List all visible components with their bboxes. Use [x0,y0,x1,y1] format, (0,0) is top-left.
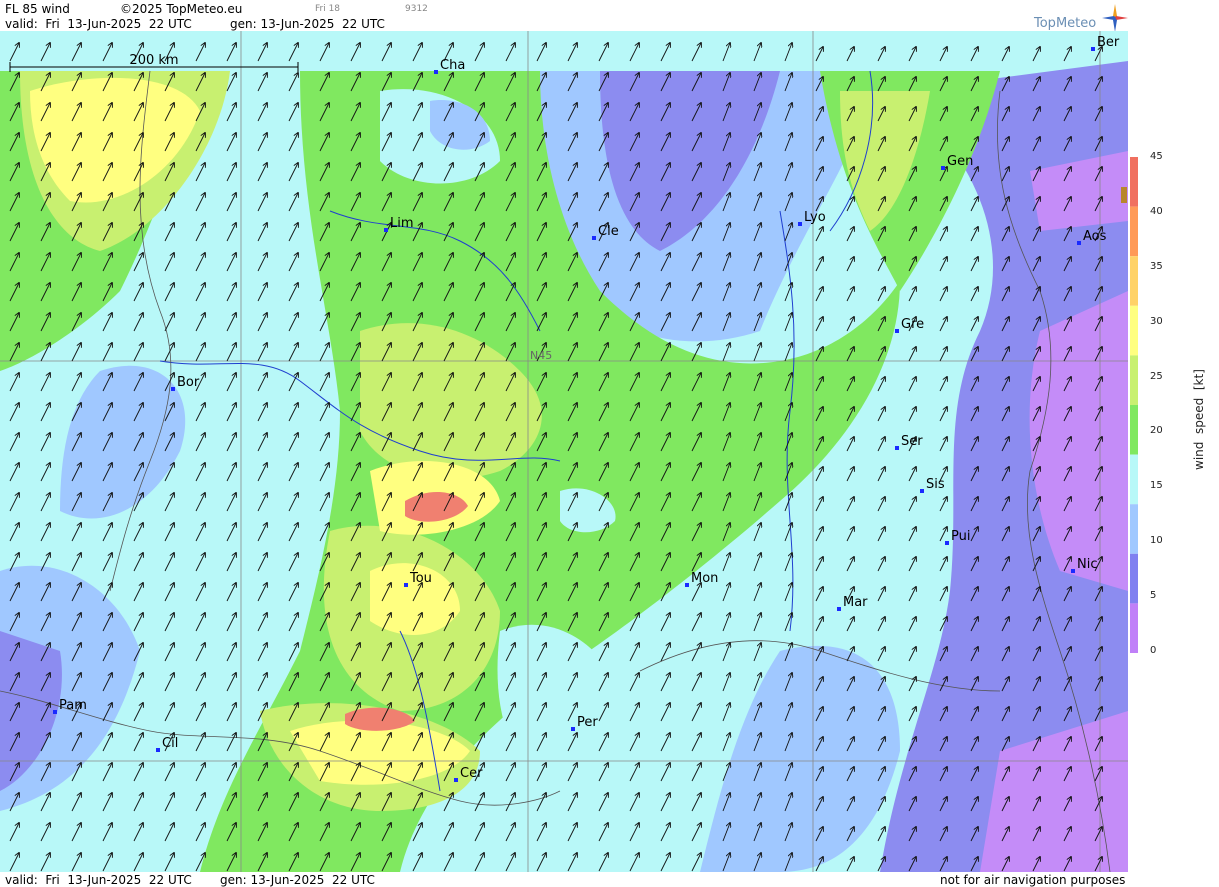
city-label: Per [577,715,598,730]
legend-tick-label: 25 [1150,370,1163,382]
city-marker [837,607,841,611]
city-label: Cil [162,736,178,751]
footer-disclaimer: not for air navigation purposes [940,873,1126,887]
city-marker [1077,241,1081,245]
legend-swatch [1130,405,1138,455]
compass-icon [1102,4,1128,32]
city-label: Pam [59,698,87,713]
city-marker [53,710,57,714]
city-label: Sis [926,477,945,492]
city-label: Mar [843,595,868,610]
city-marker [685,583,689,587]
city-marker [592,236,596,240]
city-label: Nic [1077,557,1097,572]
city-marker [895,446,899,450]
legend-tick-label: 10 [1150,535,1163,547]
legend-tick-label: 15 [1150,480,1163,492]
city-marker [1071,569,1075,573]
legend-swatch [1130,305,1138,356]
city-marker [454,778,458,782]
city-marker [156,748,160,752]
city-label: Bor [177,375,200,390]
wind-map-canvas: 200 km N45 Cha Ber Gen Lim Cle Lyo Aos Gre Bor Se… [0,31,1128,872]
city-label: Cer [460,766,483,781]
legend-swatch [1130,454,1138,505]
legend-tick-label: 5 [1150,590,1157,602]
legend-tick-label: 45 [1150,151,1163,162]
legend-tick-label: 30 [1150,315,1163,327]
footer-generated-time: gen: 13-Jun-2025 22 UTC [220,873,375,887]
city-marker [404,583,408,587]
city-label: Cha [440,58,465,73]
copyright: ©2025 TopMeteo.eu [120,2,243,16]
grid-label-n45: N45 [530,349,552,362]
city-label: Cle [598,224,619,239]
scale-bar-label: 200 km [129,53,178,68]
city-label: Gre [901,317,924,332]
code-label: 9312 [405,4,428,14]
city-pam[interactable]: Pam [53,698,87,714]
city-label: Aos [1083,229,1107,244]
city-label: Lyo [804,210,826,225]
city-marker [798,222,802,226]
legend-swatch [1130,355,1138,405]
city-label: Gen [947,154,973,169]
legend-swatch [1130,256,1138,306]
city-marker [434,70,438,74]
city-label: Ber [1097,35,1120,50]
generated-time: gen: 13-Jun-2025 22 UTC [230,17,385,31]
city-label: Mon [691,571,718,586]
topmeteo-logo[interactable]: TopMeteo [1032,4,1128,32]
wind-map[interactable]: 200 km N45 Cha Ber Gen Lim Cle Lyo Aos Gre Bor Se… [0,31,1128,872]
city-marker [920,489,924,493]
city-label: Lim [390,216,414,231]
legend-colorbar [1130,157,1138,653]
legend-tick-label: 40 [1150,205,1163,217]
city-marker [171,387,175,391]
legend-swatch [1130,206,1138,257]
footer-valid-time: valid: Fri 13-Jun-2025 22 UTC [5,873,192,887]
legend-swatch [1130,603,1138,653]
city-marker [571,727,575,731]
legend-swatch [1130,504,1138,554]
legend-swatch [1130,157,1138,207]
legend-swatch [1130,553,1138,604]
city-marker [945,541,949,545]
legend-tick-label: 0 [1150,645,1157,656]
city-label: Tou [409,571,432,586]
city-marker [1091,47,1095,51]
city-label: Ser [901,434,923,449]
product-title: FL 85 wind [5,2,70,16]
legend-title: wind speed [kt] [1192,369,1206,470]
edge-marker [1121,187,1127,203]
next-time-link[interactable]: Fri 18 [315,4,340,14]
city-marker [941,166,945,170]
logo-text: TopMeteo [1034,16,1097,31]
city-marker [384,228,388,232]
valid-time: valid: Fri 13-Jun-2025 22 UTC [5,17,192,31]
legend-tick-label: 20 [1150,425,1163,437]
legend-tick-label: 35 [1150,260,1163,272]
city-marker [895,329,899,333]
city-label: Pui [951,529,970,544]
